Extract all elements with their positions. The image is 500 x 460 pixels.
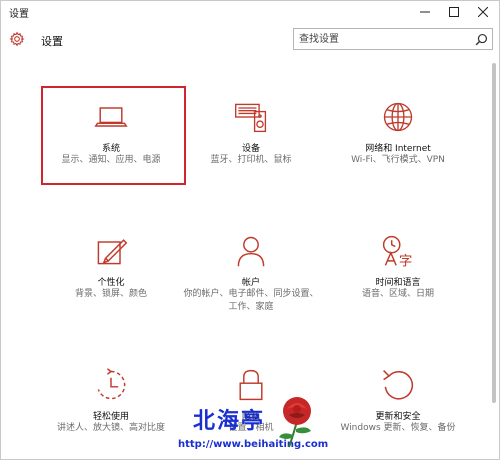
close-button[interactable] — [469, 1, 497, 23]
page-title: 设置 — [41, 35, 63, 48]
tile-time-language-label: 时间和语言 — [375, 278, 421, 288]
window-title: 设置 — [9, 9, 29, 20]
tile-devices-label: 设备 — [241, 144, 260, 154]
person-icon — [237, 236, 265, 267]
search-box[interactable] — [293, 28, 493, 50]
tile-personalization-desc: 背景、锁屏、颜色 — [74, 289, 147, 299]
ease-of-access-icon — [97, 368, 126, 400]
tile-network-desc: Wi-Fi、飞行模式、VPN — [351, 155, 445, 165]
search-input[interactable] — [299, 31, 469, 47]
tile-accounts-desc: 你的帐户、电子邮件、同步设置、工作、家庭 — [183, 289, 319, 312]
tile-ease-of-access-desc: 讲述人、放大镜、高对比度 — [56, 423, 165, 433]
minimize-icon — [420, 11, 430, 13]
search-icon[interactable] — [475, 33, 488, 46]
tile-time-language[interactable]: 字 时间和语言 语音、区域、日期 — [323, 223, 473, 343]
lock-icon — [239, 369, 263, 401]
maximize-icon — [449, 7, 459, 17]
svg-text:字: 字 — [399, 253, 413, 269]
minimize-button[interactable] — [411, 1, 439, 23]
watermark-text: 北海亭 — [193, 408, 266, 434]
tile-update-security[interactable]: 更新和安全 Windows 更新、恢复、备份 — [323, 357, 473, 460]
time-language-icon: 字 — [382, 235, 413, 269]
title-bar: 设置 — [1, 1, 499, 23]
tile-accounts[interactable]: 帐户 你的帐户、电子邮件、同步设置、工作、家庭 — [176, 223, 326, 343]
scrollbar[interactable] — [492, 63, 496, 403]
tile-personalization[interactable]: 个性化 背景、锁屏、颜色 — [36, 223, 186, 343]
tile-devices[interactable]: 设备 蓝牙、打印机、鼠标 — [176, 89, 326, 209]
tile-update-security-label: 更新和安全 — [375, 412, 421, 422]
tile-update-security-desc: Windows 更新、恢复、备份 — [340, 423, 456, 433]
tile-devices-desc: 蓝牙、打印机、鼠标 — [210, 155, 292, 165]
tile-ease-of-access-label: 轻松使用 — [92, 412, 129, 422]
tile-time-language-desc: 语音、区域、日期 — [361, 289, 434, 299]
close-icon — [478, 7, 488, 17]
update-icon — [383, 370, 414, 400]
tile-ease-of-access[interactable]: 轻松使用 讲述人、放大镜、高对比度 — [36, 357, 186, 460]
tile-network-label: 网络和 Internet — [365, 144, 431, 154]
tile-personalization-label: 个性化 — [97, 278, 125, 288]
globe-icon — [383, 102, 413, 132]
rose-icon — [279, 397, 311, 448]
settings-header: 设置 — [1, 25, 499, 55]
gear-icon — [9, 31, 25, 47]
devices-icon — [235, 103, 267, 133]
maximize-button[interactable] — [440, 1, 468, 23]
settings-window: 设置 设置 查找设置 系统 显示、通知、应用、电源 设备 蓝牙、打印机、鼠标 网… — [0, 0, 500, 460]
tile-network[interactable]: 网络和 Internet Wi-Fi、飞行模式、VPN — [323, 89, 473, 209]
tile-accounts-label: 帐户 — [241, 278, 260, 288]
selection-highlight-box — [41, 86, 186, 185]
personalization-icon — [97, 239, 128, 265]
